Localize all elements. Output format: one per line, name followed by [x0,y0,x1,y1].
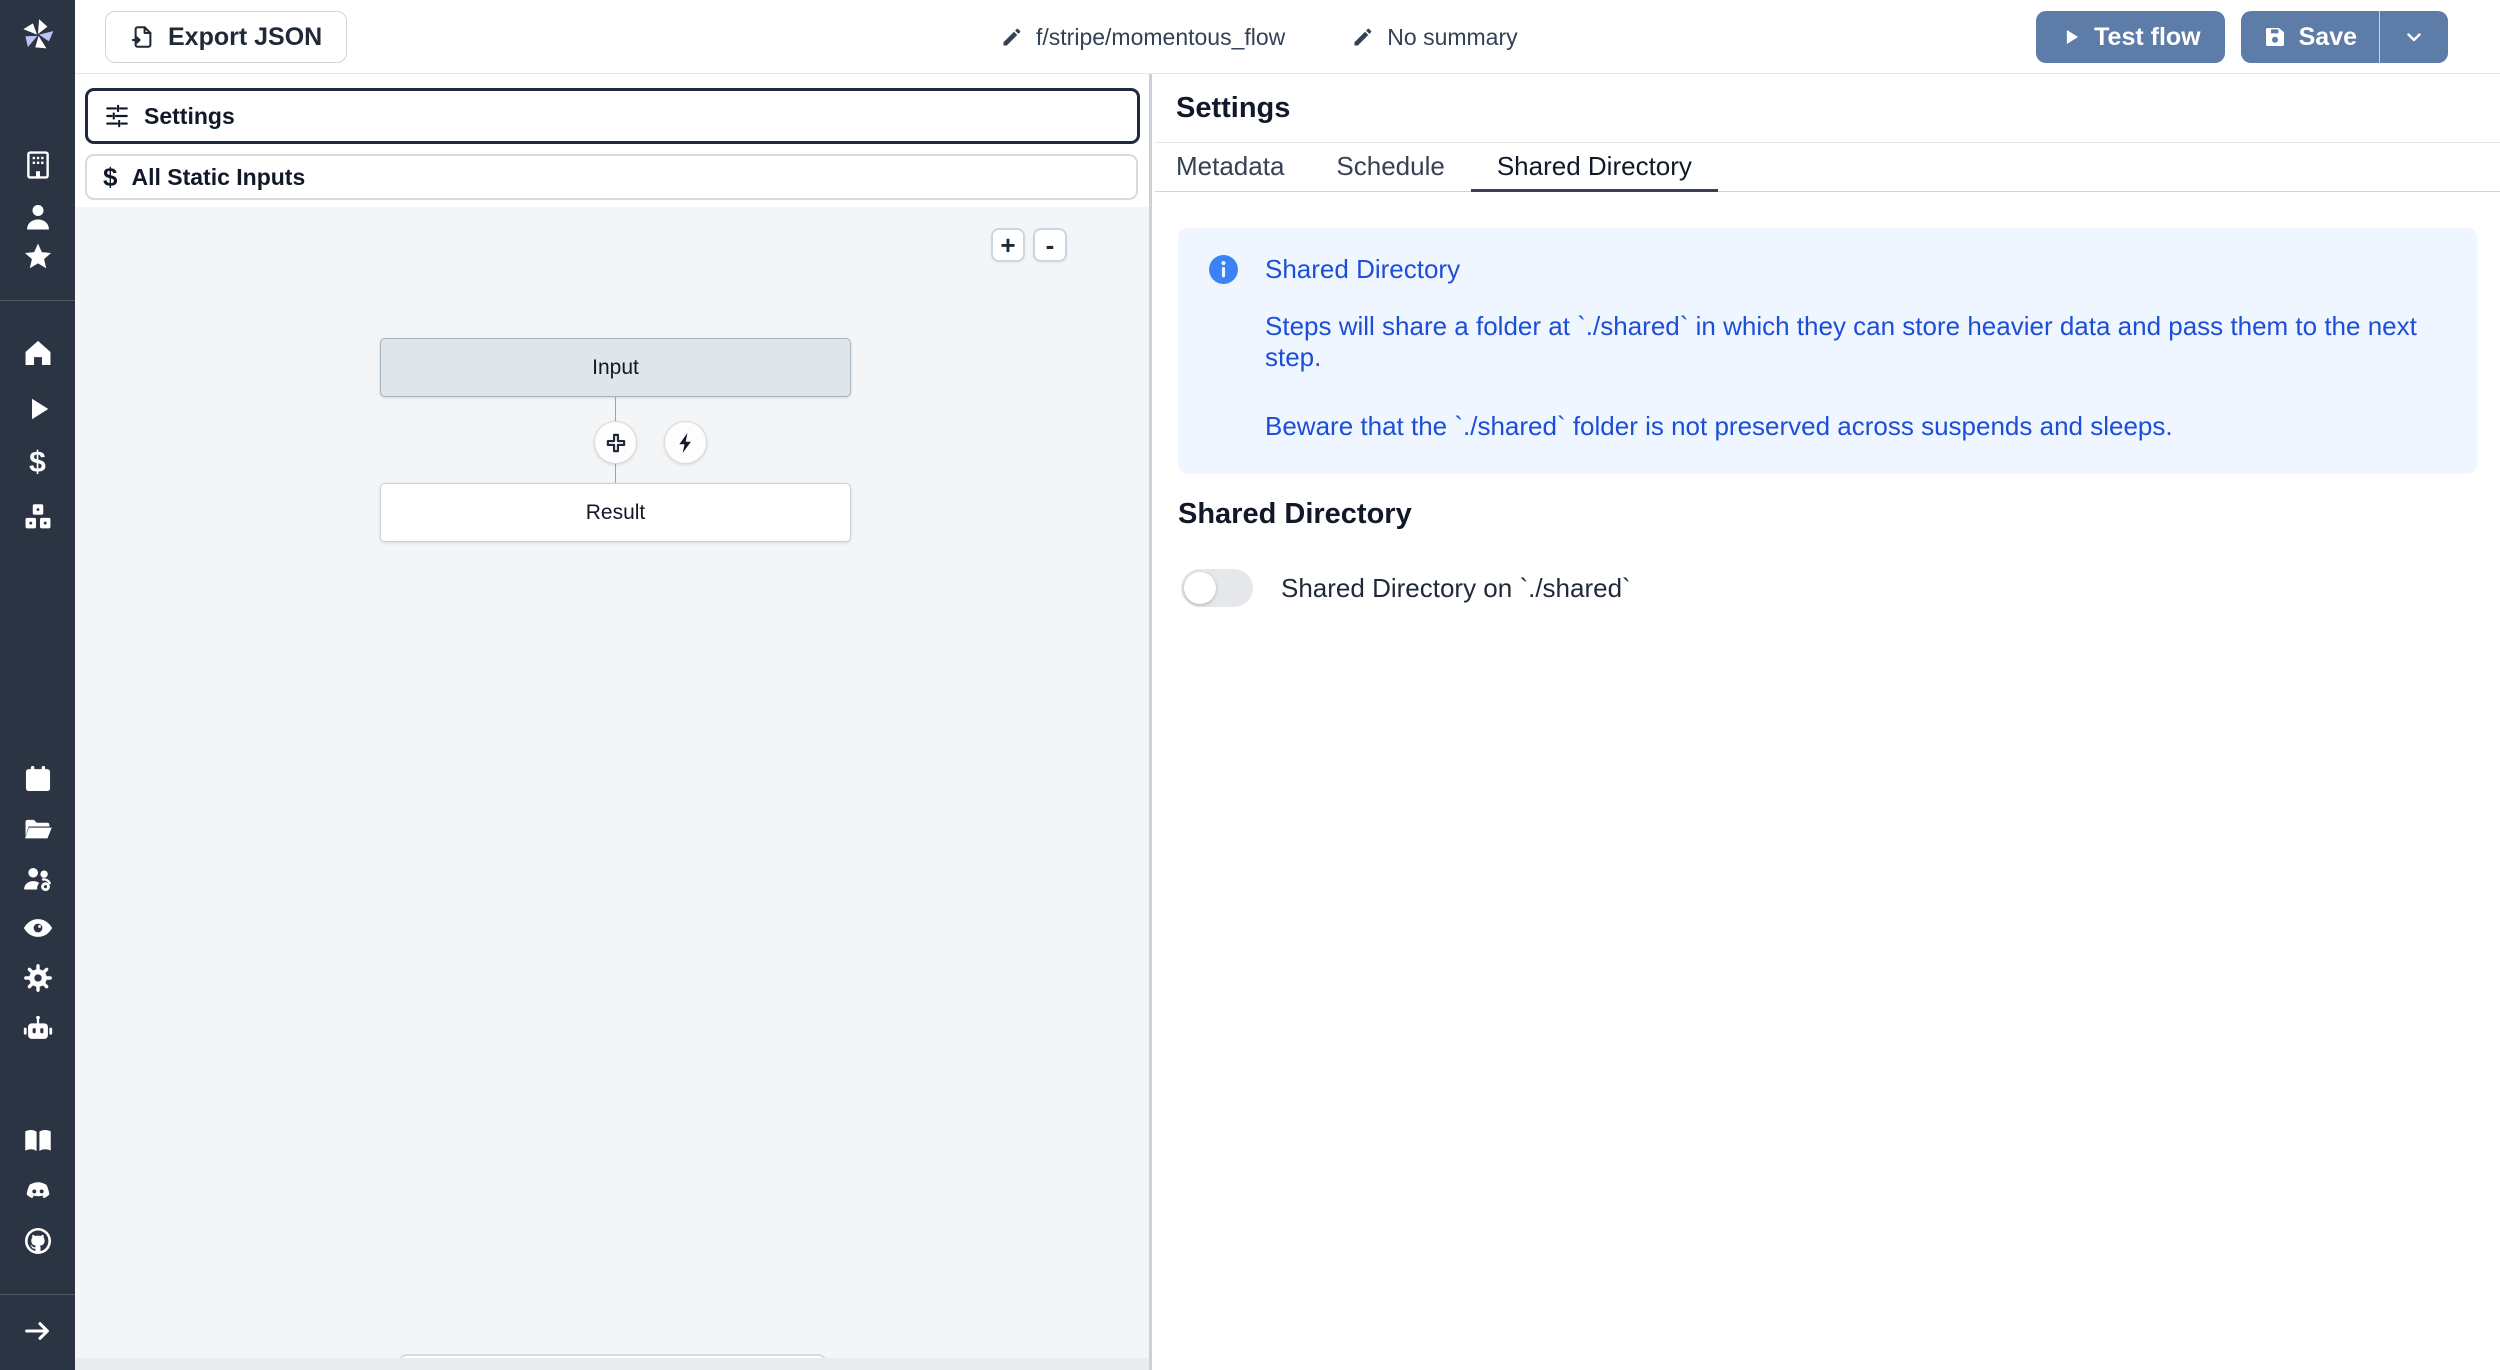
test-flow-label: Test flow [2094,23,2200,52]
tab-schedule[interactable]: Schedule [1310,143,1470,192]
result-node[interactable]: Result [380,483,851,542]
flow-canvas[interactable]: + - Input Result [75,207,1149,1358]
windmill-flow-editor: $ [0,0,2500,1370]
book-icon[interactable] [0,1123,75,1159]
file-export-icon [130,24,156,50]
topbar: Export JSON f/stripe/momentous_flow No s… [75,0,2500,74]
tab-metadata[interactable]: Metadata [1176,143,1310,192]
dollar-icon[interactable]: $ [0,445,75,481]
zoom-in-button[interactable]: + [991,228,1025,262]
info-body: Steps will share a folder at `./shared` … [1265,311,2447,442]
zoom-out-button[interactable]: - [1033,228,1067,262]
shared-directory-toggle[interactable] [1181,569,1253,607]
save-split-button: Save [2241,11,2448,63]
info-title: Shared Directory [1265,254,1460,285]
test-flow-button[interactable]: Test flow [2036,11,2224,63]
folder-icon[interactable] [0,811,75,847]
github-icon[interactable] [0,1223,75,1259]
flow-editor-panel: Settings $ All Static Inputs + - Input R… [75,74,1152,1370]
all-static-inputs-item[interactable]: $ All Static Inputs [85,154,1138,200]
calendar-icon[interactable] [0,761,75,797]
chevron-down-icon [2402,25,2426,49]
sliders-icon [104,103,130,129]
settings-panel: Settings Metadata Schedule Shared Direct… [1155,74,2500,1370]
flow-path[interactable]: f/stripe/momentous_flow [1000,24,1285,51]
save-label: Save [2299,23,2357,52]
building-icon[interactable] [0,147,75,183]
export-json-label: Export JSON [168,23,322,52]
tab-shared-directory[interactable]: Shared Directory [1471,143,1718,192]
cubes-icon[interactable] [0,499,75,535]
canvas-bottom-strip [75,1358,1149,1370]
info-icon [1208,254,1239,285]
settings-panel-title: Settings [1155,74,2500,143]
export-json-button[interactable]: Export JSON [105,11,347,63]
info-line: Steps will share a folder at `./shared` … [1265,311,2447,373]
pencil-icon [1351,25,1375,49]
info-header: Shared Directory [1208,254,2447,285]
gear-icon[interactable] [0,960,75,996]
star-icon[interactable] [0,239,75,275]
shared-directory-toggle-label: Shared Directory on `./shared` [1281,573,1631,604]
save-button[interactable]: Save [2241,11,2379,63]
eye-icon[interactable] [0,910,75,946]
groups-icon[interactable] [0,861,75,897]
shared-directory-info-box: Shared Directory Steps will share a fold… [1178,228,2477,474]
flow-path-label: f/stripe/momentous_flow [1036,24,1285,51]
toggle-knob [1184,572,1216,604]
windmill-logo-icon[interactable] [0,14,75,56]
robot-icon[interactable] [0,1011,75,1047]
sidebar-divider [0,300,75,301]
trigger-bolt-button[interactable] [664,421,707,464]
pencil-icon [1000,25,1024,49]
dollar-icon: $ [103,162,117,193]
all-static-inputs-label: All Static Inputs [131,164,305,191]
flow-settings-label: Settings [144,103,235,130]
sidebar-divider [0,1294,75,1295]
topbar-center: f/stripe/momentous_flow No summary [1000,0,1518,74]
add-step-button[interactable] [594,421,637,464]
home-icon[interactable] [0,335,75,371]
flow-summary[interactable]: No summary [1351,24,1517,51]
flow-summary-label: No summary [1387,24,1517,51]
shared-directory-toggle-row: Shared Directory on `./shared` [1181,569,2500,607]
sidebar: $ [0,0,75,1370]
play-icon[interactable] [0,391,75,427]
discord-icon[interactable] [0,1173,75,1209]
save-more-button[interactable] [2380,11,2448,63]
topbar-actions: Test flow Save [2036,11,2448,63]
save-icon [2263,25,2287,49]
flow-settings-item[interactable]: Settings [85,88,1140,144]
shared-directory-section-title: Shared Directory [1178,498,2500,531]
settings-tabs: Metadata Schedule Shared Directory [1155,143,2500,192]
user-icon[interactable] [0,199,75,235]
arrow-right-icon[interactable] [0,1313,75,1349]
play-icon [2060,26,2082,48]
input-node[interactable]: Input [380,338,851,397]
info-line: Beware that the `./shared` folder is not… [1265,411,2447,442]
